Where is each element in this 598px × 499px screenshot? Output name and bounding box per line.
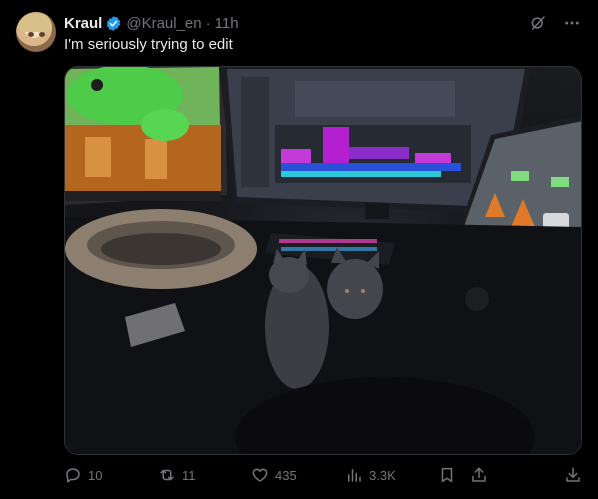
avatar[interactable] [16,12,56,52]
reply-icon [66,468,80,483]
post-time[interactable]: 11h [215,15,239,32]
post-actions: 10 11 435 3.3K [64,466,582,488]
like-icon [252,468,268,482]
grok-icon[interactable] [528,13,548,33]
desk-setup-photo [65,67,581,454]
post-header: Kraul @Kraul_en · 11h [64,13,582,33]
separator-dot: · [205,14,211,32]
like-count: 435 [275,467,297,483]
verified-badge-icon [105,15,122,32]
avatar-eye [28,32,34,37]
views-icon [348,469,361,482]
views-count: 3.3K [369,467,396,483]
author-handle[interactable]: @Kraul_en [126,15,201,32]
avatar-eye [39,32,45,37]
share-button[interactable] [470,466,488,484]
bookmark-icon [441,467,453,483]
post-text: I'm seriously trying to edit [64,36,233,53]
download-icon [566,467,580,482]
reply-count: 10 [88,467,103,483]
share-icon [472,467,486,482]
avatar-hair [20,14,52,32]
views-button[interactable]: 3.3K [345,466,396,484]
repost-count: 11 [182,467,196,483]
download-button[interactable] [564,466,582,484]
bookmark-button[interactable] [438,466,456,484]
more-icon[interactable] [562,13,582,33]
author-name[interactable]: Kraul [64,15,102,32]
post-image[interactable] [64,66,582,455]
reply-button[interactable]: 10 [64,466,102,484]
repost-icon [160,469,174,481]
like-button[interactable]: 435 [251,466,297,484]
repost-button[interactable]: 11 [158,466,196,484]
